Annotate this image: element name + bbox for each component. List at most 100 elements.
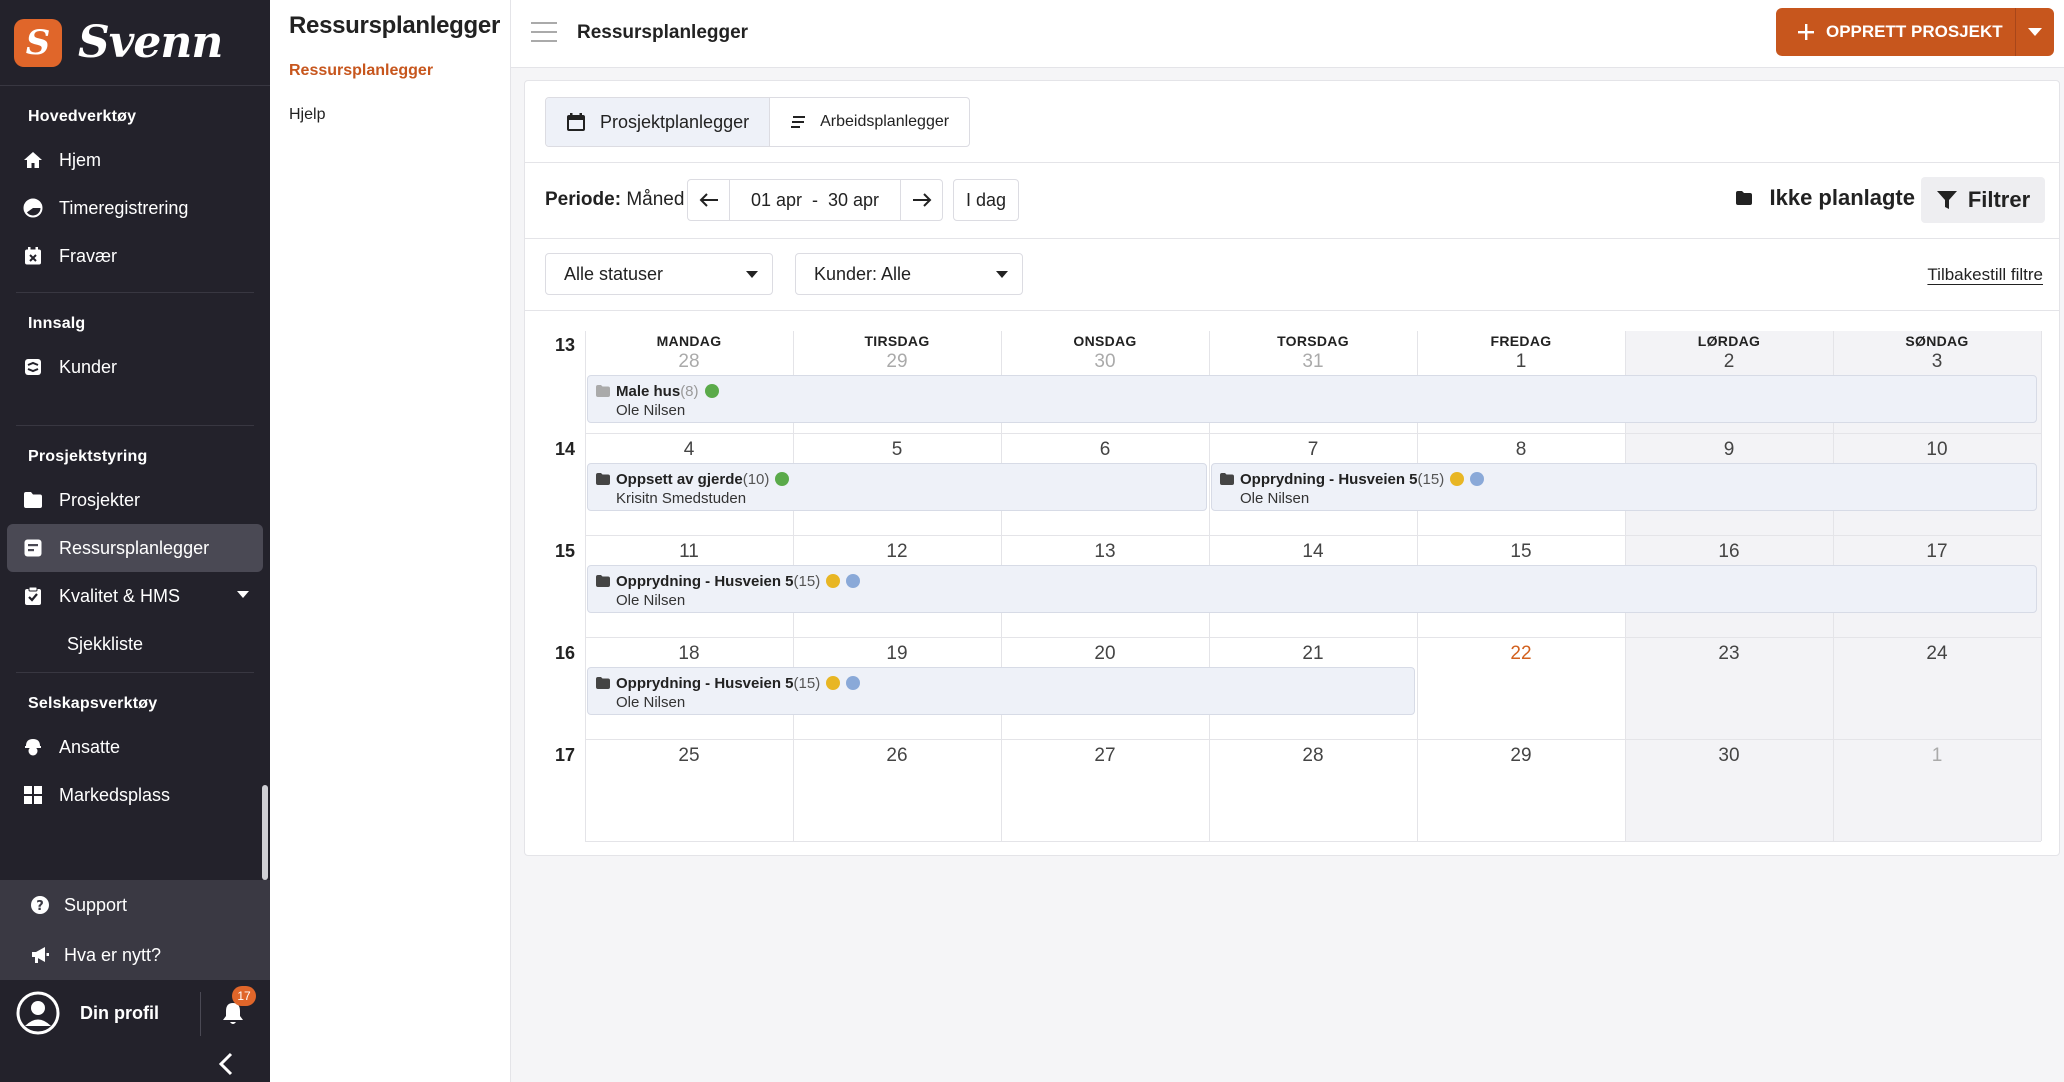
status-dot bbox=[826, 574, 841, 588]
logo[interactable]: S Svenn bbox=[0, 0, 270, 86]
event-title: Male hus bbox=[616, 382, 681, 400]
sidebar-item-label: Markedsplass bbox=[59, 784, 171, 805]
sidebar-item-checklist[interactable]: Sjekkliste bbox=[7, 620, 263, 668]
unplanned-button[interactable]: Ikke planlagte bbox=[1735, 185, 1915, 211]
event-count: (15) bbox=[793, 572, 821, 590]
tab-work-planner[interactable]: Arbeidsplanlegger bbox=[770, 98, 969, 146]
project-event[interactable]: Male hus (8) Ole Nilsen bbox=[587, 375, 2037, 423]
sidebar-item-resource-planner[interactable]: Ressursplanlegger bbox=[7, 524, 263, 572]
week-number: 17 bbox=[554, 745, 576, 765]
period-value: Måned bbox=[626, 189, 685, 210]
day-number: 28 bbox=[678, 351, 700, 372]
create-project-button[interactable]: OPPRETT PROSJEKT bbox=[1776, 8, 2054, 56]
sidebar-item-home[interactable]: Hjem bbox=[7, 136, 263, 184]
period-selector[interactable]: Periode: Måned bbox=[545, 189, 684, 211]
folder-icon bbox=[596, 575, 610, 587]
customer-select[interactable]: Kunder: Alle bbox=[795, 253, 1023, 295]
filter-row: Alle statuser Kunder: Alle Tilbakestill … bbox=[525, 239, 2059, 311]
day-number: 29 bbox=[1510, 745, 1532, 766]
sidebar-item-customers[interactable]: Kunder bbox=[7, 343, 263, 391]
subnav-resource-planner[interactable]: Ressursplanlegger bbox=[270, 40, 510, 80]
subnav-help[interactable]: Hjelp bbox=[270, 80, 510, 124]
sidebar-item-employees[interactable]: Ansatte bbox=[7, 723, 263, 771]
period-toolbar: Periode: Måned 01 apr - 30 apr I dag Ikk… bbox=[525, 163, 2059, 239]
chevron-down-icon bbox=[996, 271, 1008, 278]
status-dot bbox=[846, 574, 861, 588]
sidebar-item-projects[interactable]: Prosjekter bbox=[7, 476, 263, 524]
subpanel-title: Ressursplanlegger bbox=[289, 12, 500, 39]
day-number: 23 bbox=[1718, 643, 1740, 664]
chevron-down-icon[interactable] bbox=[237, 591, 249, 599]
planner-icon bbox=[21, 536, 45, 560]
chevron-down-icon[interactable] bbox=[2028, 28, 2042, 36]
status-dot bbox=[704, 384, 719, 398]
event-title-row: Opprydning - Husveien 5 (15) bbox=[596, 572, 2036, 590]
project-event[interactable]: Oppsett av gjerde (10) Krisitn Smedstuden bbox=[587, 463, 1207, 511]
event-assignee: Ole Nilsen bbox=[616, 694, 686, 711]
event-title-row: Opprydning - Husveien 5 (15) bbox=[1220, 470, 2036, 488]
chevron-left-icon[interactable] bbox=[218, 1052, 234, 1076]
nav-heading-project-management: Prosjektstyring bbox=[28, 448, 148, 465]
tab-label: Arbeidsplanlegger bbox=[820, 113, 950, 130]
sidebar-item-label: Support bbox=[64, 894, 128, 915]
folder-icon bbox=[1735, 190, 1753, 206]
funnel-icon bbox=[1936, 189, 1958, 211]
notification-badge: 17 bbox=[232, 986, 256, 1006]
next-period-button[interactable] bbox=[900, 180, 942, 220]
plus-icon bbox=[1798, 24, 1814, 40]
day-number: 5 bbox=[891, 439, 903, 460]
day-number: 6 bbox=[1099, 439, 1111, 460]
folder-icon bbox=[1220, 473, 1234, 485]
sidebar-item-quality-hse[interactable]: Kvalitet & HMS bbox=[7, 572, 263, 620]
profile-bar: Din profil 17 bbox=[0, 980, 270, 1046]
previous-period-button[interactable] bbox=[688, 180, 730, 220]
filter-button[interactable]: Filtrer bbox=[1921, 177, 2045, 223]
clock-icon bbox=[21, 196, 45, 220]
today-button[interactable]: I dag bbox=[953, 179, 1019, 221]
collapse-sidebar[interactable] bbox=[0, 1046, 270, 1082]
project-event[interactable]: Opprydning - Husveien 5 (15) Ole Nilsen bbox=[587, 667, 1415, 715]
sidebar-scrollbar[interactable] bbox=[262, 785, 268, 880]
event-title: Oppsett av gjerde bbox=[616, 470, 743, 488]
menu-icon[interactable] bbox=[531, 20, 557, 44]
event-assignee: Krisitn Smedstuden bbox=[616, 490, 747, 507]
day-number: 11 bbox=[679, 541, 699, 562]
help-icon: ? bbox=[28, 893, 52, 917]
sidebar-item-absence[interactable]: Fravær bbox=[7, 232, 263, 280]
marketplace-icon bbox=[21, 783, 45, 807]
day-number: 18 bbox=[678, 643, 700, 664]
sidebar-item-label: Ansatte bbox=[59, 736, 121, 757]
date-range: 01 apr - 30 apr bbox=[687, 179, 943, 221]
list-icon bbox=[790, 115, 806, 129]
date-range-text[interactable]: 01 apr - 30 apr bbox=[730, 180, 900, 220]
sidebar-item-support[interactable]: ? Support bbox=[0, 880, 270, 930]
sidebar-item-label: Fravær bbox=[59, 245, 117, 266]
reset-filters-link[interactable]: Tilbakestill filtre bbox=[1927, 265, 2043, 285]
day-number: 12 bbox=[886, 541, 908, 562]
event-title-row: Oppsett av gjerde (10) bbox=[596, 470, 1206, 488]
sidebar-nav[interactable]: Hovedverktøy Hjem Timeregistrering Fravæ… bbox=[0, 86, 270, 880]
sidebar-item-whats-new[interactable]: Hva er nytt? bbox=[0, 930, 270, 980]
day-number: 22 bbox=[1510, 643, 1532, 664]
sidebar-item-label: Hjem bbox=[59, 149, 102, 170]
sidebar-item-marketplace[interactable]: Markedsplass bbox=[7, 771, 263, 819]
sidebar-item-time-registration[interactable]: Timeregistrering bbox=[7, 184, 263, 232]
chevron-down-icon bbox=[746, 271, 758, 278]
profile-link[interactable]: Din profil bbox=[80, 1003, 159, 1024]
avatar[interactable] bbox=[16, 991, 60, 1035]
day-number: 4 bbox=[683, 439, 695, 460]
status-select[interactable]: Alle statuser bbox=[545, 253, 773, 295]
create-project-label: OPPRETT PROSJEKT bbox=[1826, 22, 2003, 41]
sidebar-bottom: ? Support Hva er nytt? Din profil 17 bbox=[0, 880, 270, 1082]
calendar-grid: MANDAG TIRSDAG ONSDAG TORSDAG FREDAG LØRDAG SØ… bbox=[585, 331, 2042, 842]
event-title-row: Opprydning - Husveien 5 (15) bbox=[596, 674, 1414, 692]
sidebar-item-label: Ressursplanlegger bbox=[59, 537, 210, 558]
event-count: (10) bbox=[742, 470, 770, 488]
project-event[interactable]: Opprydning - Husveien 5 (15) Ole Nilsen bbox=[1211, 463, 2037, 511]
tab-project-planner[interactable]: Prosjektplanlegger bbox=[546, 98, 771, 146]
range-start: 01 apr bbox=[750, 189, 802, 210]
day-number: 28 bbox=[1302, 745, 1324, 766]
day-number: 14 bbox=[1302, 541, 1324, 562]
day-number: 30 bbox=[1094, 351, 1116, 372]
project-event[interactable]: Opprydning - Husveien 5 (15) Ole Nilsen bbox=[587, 565, 2037, 613]
